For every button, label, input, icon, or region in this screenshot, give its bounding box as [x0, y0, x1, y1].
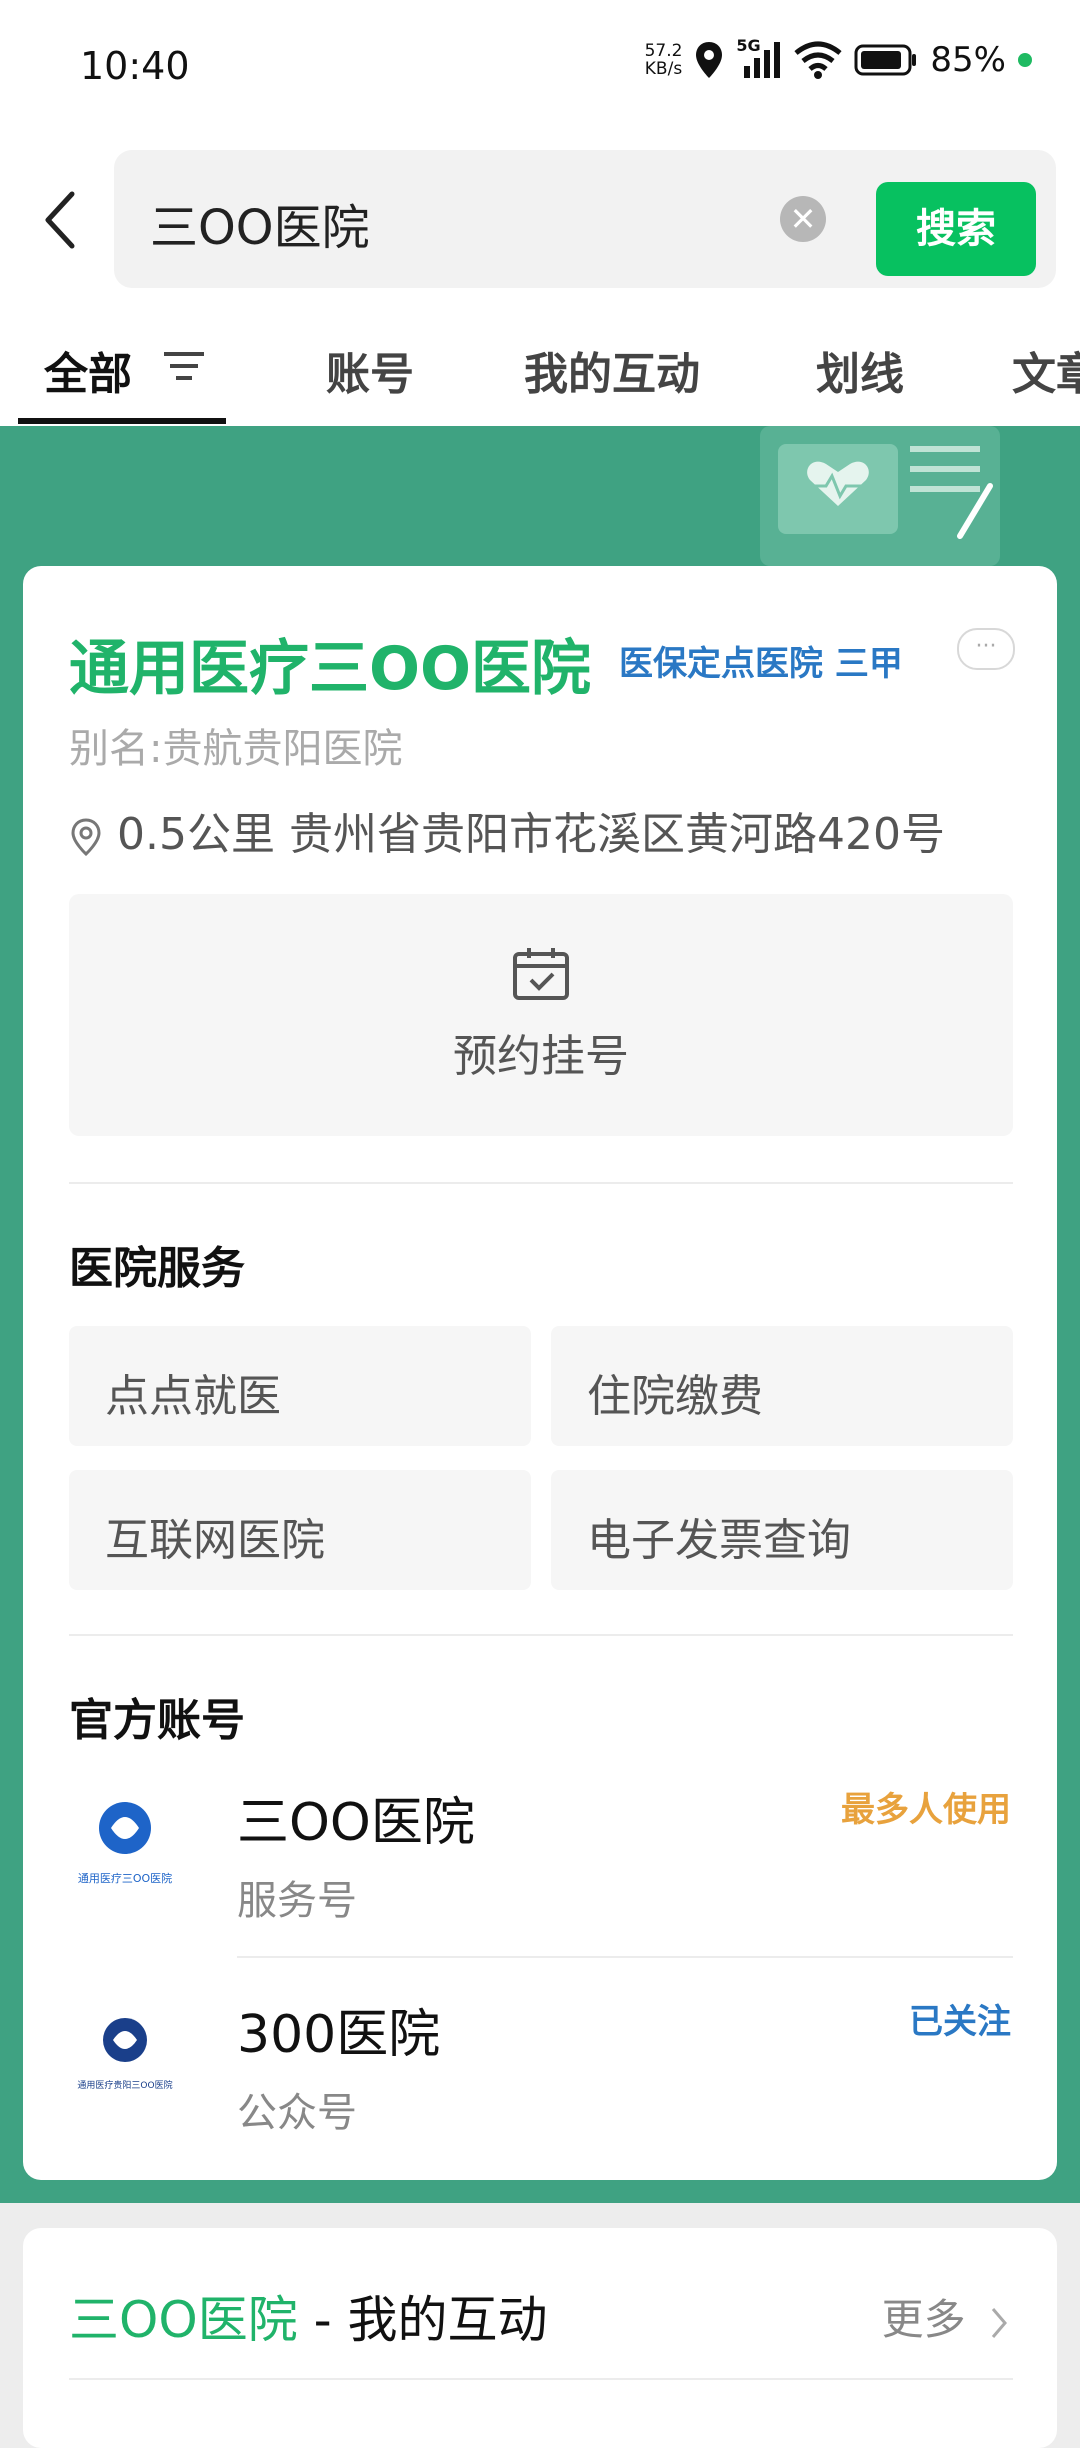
service-diandian-button[interactable]: 点点就医 [69, 1326, 531, 1446]
search-header: 三OO医院 ✕ 搜索 [0, 140, 1080, 300]
hospital-address-row[interactable]: 0.5公里 贵州省贵阳市花溪区黄河路420号 [69, 798, 945, 862]
location-pin-icon [71, 818, 101, 857]
divider [69, 2378, 1013, 2380]
back-arrow-icon[interactable] [38, 188, 86, 252]
hospital-logo-icon: 通用医疗三OO医院 [78, 1802, 172, 1885]
tab-articles[interactable]: 文章 [1012, 338, 1080, 402]
active-tab-indicator [18, 418, 226, 424]
medical-record-illustration [760, 426, 1000, 566]
hospital-address: 贵州省贵阳市花溪区黄河路420号 [288, 809, 945, 860]
search-input[interactable]: 三OO医院 ✕ 搜索 [114, 150, 1056, 288]
svg-text:通用医疗三OO医院: 通用医疗三OO医院 [78, 1871, 172, 1885]
official-accounts-title: 官方账号 [69, 1695, 245, 1746]
result-tabs: 全部 账号 我的互动 划线 文章 [0, 300, 1080, 426]
hospital-card[interactable]: 通用医疗三OO医院 医保定点医院 三甲 ··· 别名:贵航贵阳医院 0.5公里 … [23, 566, 1057, 2180]
followed-badge: 已关注 [909, 2002, 1011, 2042]
hospital-name[interactable]: 通用医疗三OO医院 [69, 620, 591, 707]
more-link[interactable]: 更多 [882, 2286, 1011, 2347]
clear-search-icon[interactable]: ✕ [780, 196, 826, 242]
service-internet-hospital-button[interactable]: 互联网医院 [69, 1470, 531, 1590]
service-inpatient-payment-button[interactable]: 住院缴费 [551, 1326, 1013, 1446]
account-type: 服务号 [237, 1878, 357, 1924]
hospital-alias: 别名:贵航贵阳医院 [69, 726, 403, 772]
service-e-invoice-button[interactable]: 电子发票查询 [551, 1470, 1013, 1590]
account-type: 公众号 [237, 2090, 357, 2136]
tab-highlights[interactable]: 划线 [816, 338, 904, 402]
location-icon [696, 42, 723, 78]
my-interactions-title: 三OO医院 - 我的互动 [69, 2291, 548, 2349]
hospital-services-title: 医院服务 [69, 1243, 245, 1294]
appointment-label: 预约挂号 [453, 1031, 629, 1082]
search-query-text[interactable]: 三OO医院 [150, 188, 370, 258]
appointment-button[interactable]: 预约挂号 [69, 894, 1013, 1136]
divider [69, 1634, 1013, 1636]
most-used-badge: 最多人使用 [841, 1790, 1011, 1830]
status-icons: 57.2 KB/s 5G 85% [644, 36, 1032, 80]
signal-icon: 5G [736, 36, 782, 80]
account-name: 三OO医院 [237, 1793, 475, 1853]
hospital-tags: 医保定点医院 三甲 [619, 644, 903, 684]
tab-all[interactable]: 全部 [44, 338, 132, 402]
tab-accounts[interactable]: 账号 [326, 338, 414, 402]
more-options-icon[interactable]: ··· [957, 628, 1015, 670]
tab-my-interactions[interactable]: 我的互动 [524, 338, 700, 402]
privacy-indicator-dot [1018, 53, 1032, 67]
search-button[interactable]: 搜索 [876, 182, 1036, 276]
hospital-logo-icon: 通用医疗贵阳三OO医院 [77, 2018, 173, 2091]
hospital-distance: 0.5公里 [117, 809, 275, 860]
my-interactions-card[interactable]: 三OO医院 - 我的互动 更多 [23, 2228, 1057, 2448]
status-bar: 10:40 57.2 KB/s 5G 85% [0, 0, 1080, 140]
network-speed: 57.2 KB/s [644, 41, 683, 79]
battery-percentage: 85% [930, 40, 1006, 80]
divider [237, 1956, 1013, 1958]
svg-text:通用医疗贵阳三OO医院: 通用医疗贵阳三OO医院 [77, 2079, 172, 2091]
calendar-check-icon [513, 948, 569, 1000]
account-name: 300医院 [237, 2005, 441, 2065]
battery-icon [854, 44, 917, 76]
wifi-icon [794, 41, 843, 79]
filter-icon[interactable] [162, 348, 206, 384]
chevron-right-icon [991, 2307, 1007, 2338]
status-time: 10:40 [80, 44, 190, 88]
divider [69, 1182, 1013, 1184]
